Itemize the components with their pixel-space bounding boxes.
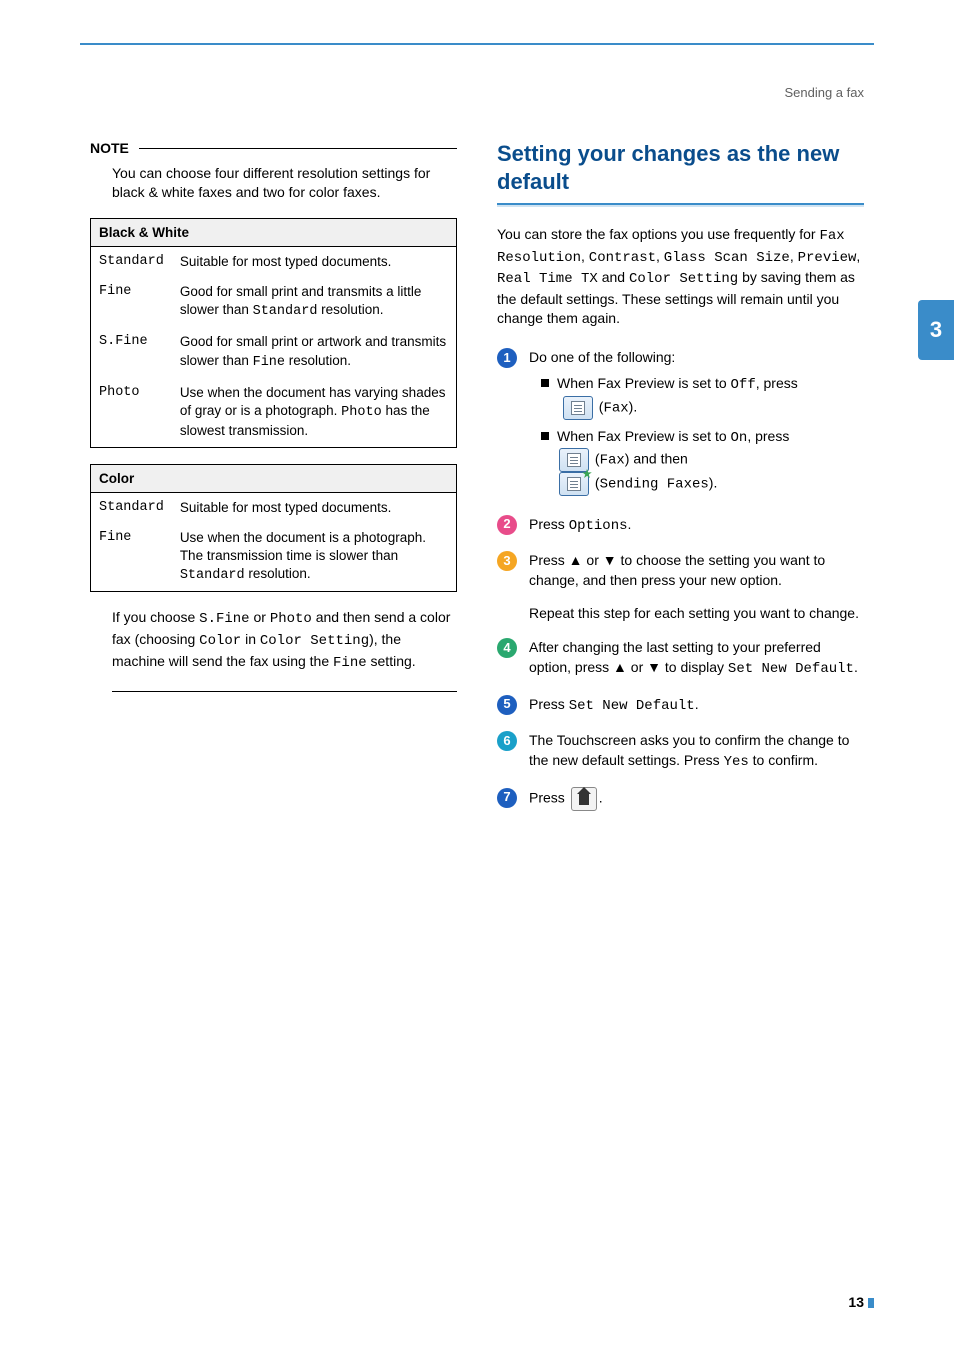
note-heading: NOTE [90, 140, 129, 156]
bw-header: Black & White [91, 218, 457, 246]
intro-text: You can store the fax options you use fr… [497, 225, 864, 329]
title-underline [497, 203, 864, 207]
breadcrumb: Sending a fax [784, 85, 864, 100]
step-badge-5: 5 [497, 695, 517, 715]
step-1: 1 Do one of the following: When Fax Prev… [497, 347, 864, 500]
step-badge-2: 2 [497, 515, 517, 535]
table-row: StandardSuitable for most typed document… [91, 492, 457, 523]
square-bullet-icon [541, 432, 549, 440]
step-5: 5 Press Set New Default. [497, 694, 864, 716]
step-6: 6 The Touchscreen asks you to confirm th… [497, 730, 864, 773]
page-number: 13 [848, 1294, 864, 1310]
footnote-rule [112, 691, 457, 692]
step-badge-1: 1 [497, 348, 517, 368]
step-4: 4 After changing the last setting to you… [497, 637, 864, 680]
step-2: 2 Press Options. [497, 514, 864, 536]
table-row: FineUse when the document is a photograp… [91, 523, 457, 592]
right-column: Setting your changes as the new default … [497, 140, 864, 825]
fax-icon [559, 448, 589, 472]
page-accent [868, 1298, 874, 1308]
square-bullet-icon [541, 379, 549, 387]
sub-bullet: When Fax Preview is set to On, press (Fa… [541, 426, 864, 496]
bw-table: Black & White StandardSuitable for most … [90, 218, 457, 448]
footnote: If you choose S.Fine or Photo and then s… [112, 608, 457, 673]
step-badge-7: 7 [497, 788, 517, 808]
chapter-tab: 3 [918, 300, 954, 360]
color-header: Color [91, 464, 457, 492]
table-row: StandardSuitable for most typed document… [91, 246, 457, 277]
top-rule [80, 43, 874, 45]
table-row: PhotoUse when the document has varying s… [91, 378, 457, 447]
section-title: Setting your changes as the new default [497, 140, 864, 195]
sending-faxes-icon [559, 472, 589, 496]
step-badge-3: 3 [497, 551, 517, 571]
step-badge-4: 4 [497, 638, 517, 658]
step-3: 3 Press ▲ or ▼ to choose the setting you… [497, 550, 864, 623]
fax-icon [563, 396, 593, 420]
left-column: NOTE You can choose four different resol… [90, 140, 457, 825]
color-table: Color StandardSuitable for most typed do… [90, 464, 457, 593]
step-7: 7 Press . [497, 787, 864, 811]
step-badge-6: 6 [497, 731, 517, 751]
sub-bullet: When Fax Preview is set to Off, press (F… [541, 373, 864, 419]
table-row: S.FineGood for small print or artwork an… [91, 327, 457, 377]
table-row: FineGood for small print and transmits a… [91, 277, 457, 327]
home-icon [571, 787, 597, 811]
note-rule [139, 148, 457, 149]
note-body: You can choose four different resolution… [112, 164, 457, 202]
